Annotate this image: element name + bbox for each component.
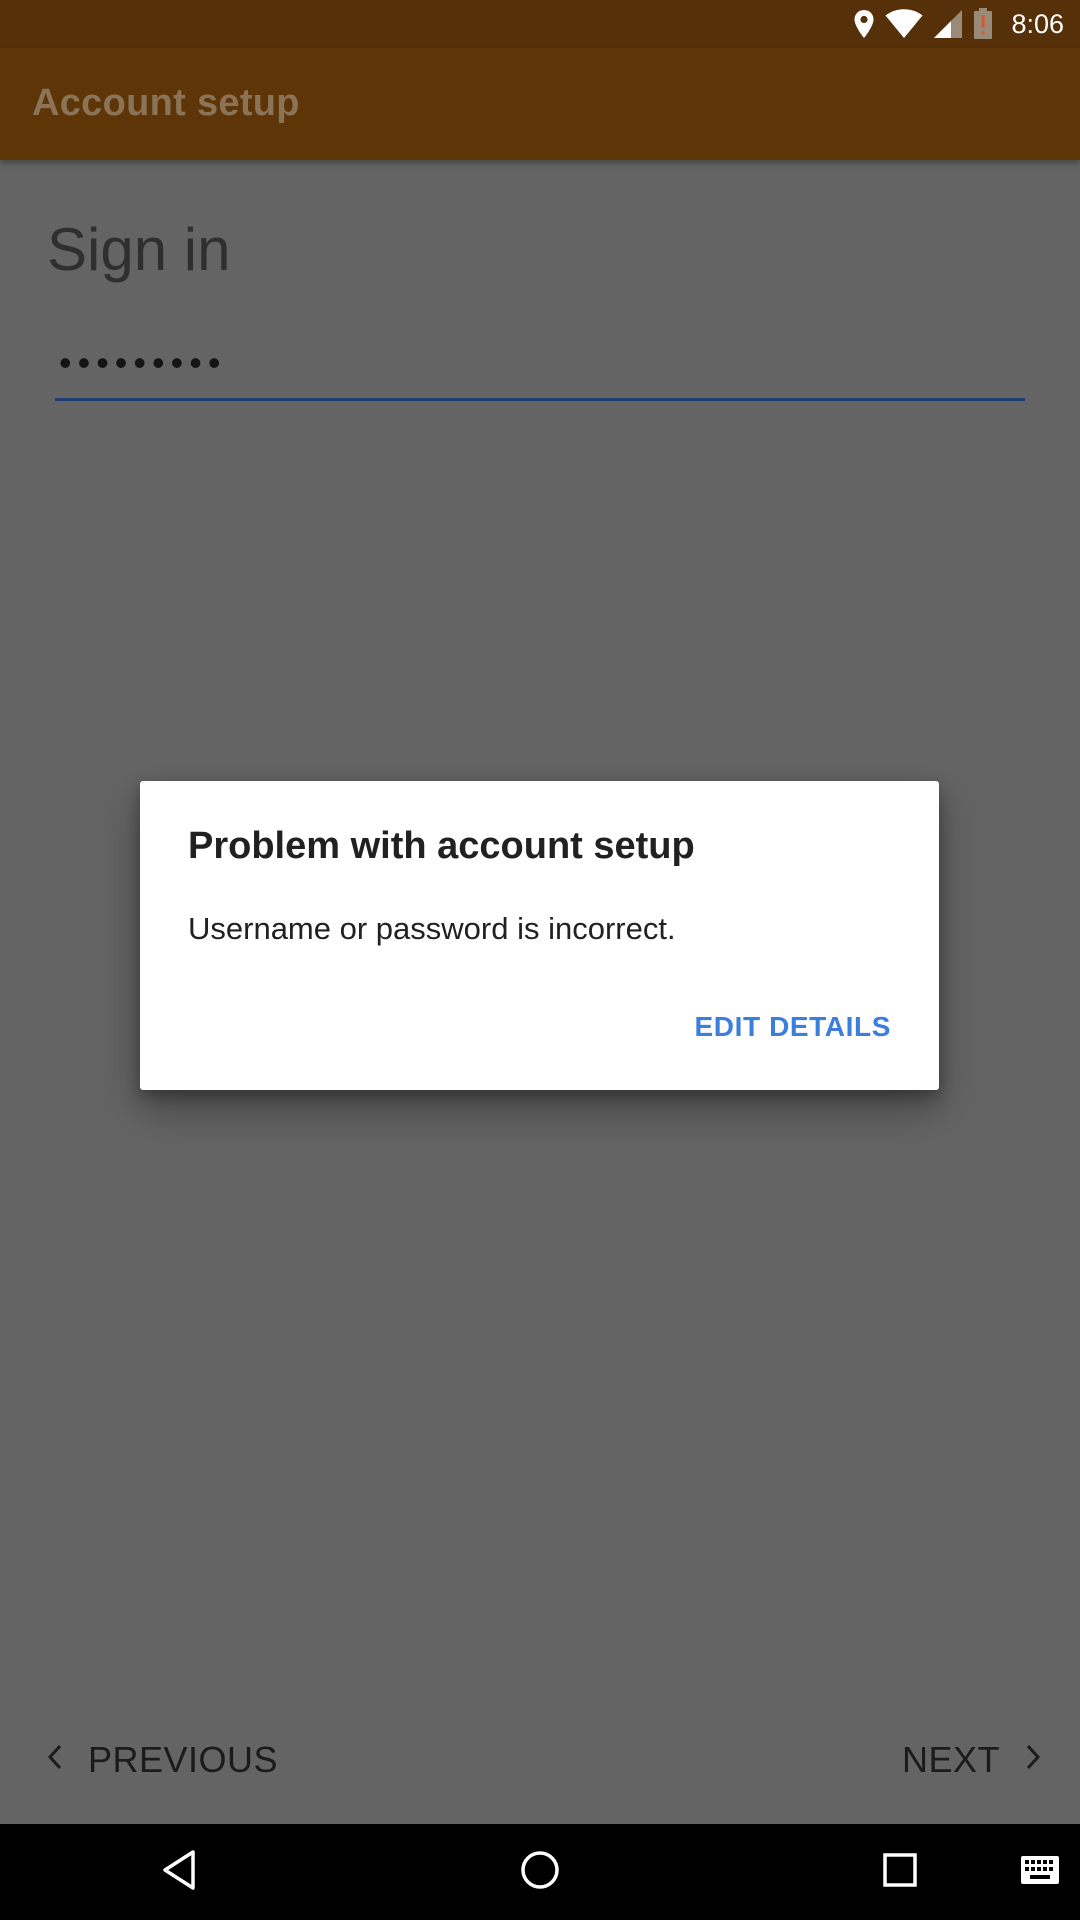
previous-button[interactable]: PREVIOUS [44,1730,278,1790]
recents-icon [882,1852,918,1893]
location-icon [853,9,875,39]
keyboard-button[interactable] [1010,1824,1070,1920]
recents-button[interactable] [860,1824,940,1920]
previous-label: PREVIOUS [88,1739,279,1780]
app-bar-title: Account setup [32,82,300,124]
keyboard-icon [1020,1855,1060,1890]
back-icon [160,1848,200,1897]
sign-in-heading: Sign in [47,216,231,283]
edit-details-button[interactable]: EDIT DETAILS [695,1011,891,1043]
error-dialog: Problem with account setup Username or p… [140,781,939,1090]
password-field[interactable]: ••••••••• [55,338,1025,401]
next-button[interactable]: NEXT [902,1730,1044,1790]
battery-alert-icon [973,8,993,40]
chevron-left-icon [44,1739,68,1781]
back-button[interactable] [140,1824,220,1920]
dialog-message: Username or password is incorrect. [188,911,676,946]
system-nav-bar [0,1824,1080,1920]
wifi-icon [885,9,923,39]
password-value: ••••••••• [59,342,227,383]
cell-signal-icon [933,9,963,39]
status-time: 8:06 [1011,8,1064,39]
home-button[interactable] [500,1824,580,1920]
home-icon [519,1849,561,1896]
chevron-right-icon [1020,1739,1044,1781]
status-icons: 8:06 [853,0,1064,48]
dialog-title: Problem with account setup [188,825,695,867]
app-bar: Account setup [0,48,1080,160]
next-label: NEXT [901,1739,1000,1780]
status-bar: 8:06 [0,0,1080,48]
